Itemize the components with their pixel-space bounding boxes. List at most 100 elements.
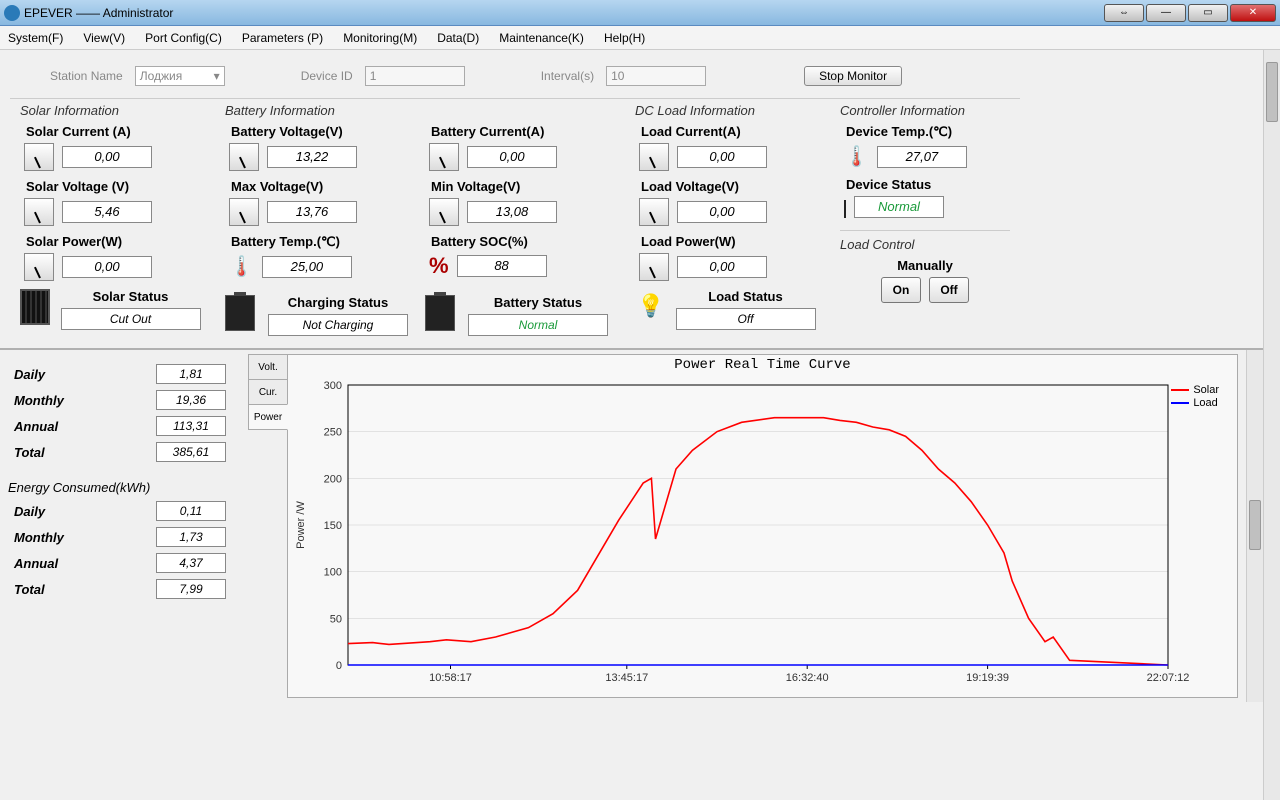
menu-port-config[interactable]: Port Config(C) [145,31,222,45]
gauge-icon [229,143,259,171]
gauge-icon [639,253,669,281]
con-annual-label: Annual [14,556,58,571]
controller-panel: Controller Information Device Temp.(℃)🌡️… [830,98,1020,344]
gauge-icon [229,198,259,226]
battery-temp-value: 25,00 [262,256,352,278]
con-monthly-label: Monthly [14,530,64,545]
device-id-input[interactable] [365,66,465,86]
app-icon [4,5,20,21]
window-expand-button[interactable]: ⇔ [1104,4,1144,22]
con-total-label: Total [14,582,45,597]
load-control-mode: Manually [840,258,1010,273]
svg-text:Power /W: Power /W [295,501,307,549]
battery-voltage-label: Battery Voltage(V) [225,124,415,139]
solar-panel-title: Solar Information [20,103,205,118]
menu-system[interactable]: System(F) [8,31,63,45]
battery-minv-label: Min Voltage(V) [425,179,615,194]
gauge-icon [639,143,669,171]
battery-icon [425,295,455,331]
load-power-value: 0,00 [677,256,767,278]
device-status-label: Device Status [840,177,1030,192]
svg-text:250: 250 [324,427,342,439]
battery-panel-title: Battery Information [225,103,615,118]
battery-status-label: Battery Status [461,295,615,310]
svg-text:0: 0 [336,660,342,672]
load-voltage-value: 0,00 [677,201,767,223]
device-temp-label: Device Temp.(℃) [840,124,1030,140]
gauge-icon [639,198,669,226]
tab-power[interactable]: Power [248,404,288,430]
gen-total-label: Total [14,445,45,460]
gauge-icon [24,253,54,281]
svg-text:200: 200 [324,473,342,485]
solar-voltage-metric: Solar Voltage (V) 5,46 [20,179,210,226]
station-name-select[interactable]: Лоджия ▾ [135,66,225,86]
gauge-icon [24,143,54,171]
battery-panel: Battery Information Battery Voltage(V) 13… [215,98,625,344]
legend-solar-swatch [1171,389,1189,391]
dcload-panel-title: DC Load Information [635,103,820,118]
con-daily-value: 0,11 [156,501,226,521]
load-current-value: 0,00 [677,146,767,168]
solar-current-label: Solar Current (A) [20,124,210,139]
scrollbar-thumb[interactable] [1249,500,1261,550]
svg-text:300: 300 [324,380,342,392]
battery-maxv-label: Max Voltage(V) [225,179,415,194]
thermometer-icon: 🌡️ [229,254,254,279]
load-control-title: Load Control [840,237,1010,252]
menu-parameters[interactable]: Parameters (P) [242,31,323,45]
con-annual-value: 4,37 [156,553,226,573]
battery-status-value: Normal [468,314,608,336]
controller-panel-title: Controller Information [840,103,1010,118]
chart-title: Power Real Time Curve [288,357,1237,373]
menu-help[interactable]: Help(H) [604,31,645,45]
load-off-button[interactable]: Off [929,277,969,303]
gauge-icon [24,198,54,226]
battery-soc-label: Battery SOC(%) [425,234,615,249]
load-current-label: Load Current(A) [635,124,825,139]
battery-temp-label: Battery Temp.(℃) [225,234,415,250]
window-maximize-button[interactable]: ▭ [1188,4,1228,22]
lower-scrollbar[interactable] [1246,350,1263,702]
battery-minv-value: 13,08 [467,201,557,223]
load-power-label: Load Power(W) [635,234,825,249]
chart-legend: Solar Load [1171,383,1219,410]
load-on-button[interactable]: On [881,277,921,303]
solar-power-label: Solar Power(W) [20,234,210,249]
battery-icon [225,295,255,331]
chart-tabs: Volt. Cur. Power [248,354,288,698]
load-status-label: Load Status [671,289,820,304]
gauge-icon [429,198,459,226]
gen-monthly-value: 19,36 [156,390,226,410]
interval-label: Interval(s) [541,69,594,83]
solar-current-metric: Solar Current (A) 0,00 [20,124,210,171]
solar-status-value: Cut Out [61,308,201,330]
chart-box: Power Real Time Curve 050100150200250300… [287,354,1238,698]
window-titlebar: EPEVER —— Administrator ⇔ — ▭ ✕ [0,0,1280,26]
battery-maxv-value: 13,76 [267,201,357,223]
window-minimize-button[interactable]: — [1146,4,1186,22]
scrollbar-thumb[interactable] [1266,62,1278,122]
con-daily-label: Daily [14,504,45,519]
solar-panel: Solar Information Solar Current (A) 0,00… [10,98,215,344]
station-name-label: Station Name [50,69,123,83]
window-title: EPEVER —— Administrator [24,6,173,20]
menu-data[interactable]: Data(D) [437,31,479,45]
menu-monitoring[interactable]: Monitoring(M) [343,31,417,45]
svg-text:22:07:12: 22:07:12 [1147,672,1190,684]
tab-volt[interactable]: Volt. [248,354,288,380]
window-close-button[interactable]: ✕ [1230,4,1276,22]
gen-monthly-label: Monthly [14,393,64,408]
main-scrollbar[interactable] [1263,50,1280,800]
menu-view[interactable]: View(V) [83,31,125,45]
tab-cur[interactable]: Cur. [248,379,288,405]
battery-current-label: Battery Current(A) [425,124,615,139]
svg-text:16:32:40: 16:32:40 [786,672,829,684]
load-status-value: Off [676,308,816,330]
interval-input[interactable] [606,66,706,86]
menu-maintenance[interactable]: Maintenance(K) [499,31,584,45]
stop-monitor-button[interactable]: Stop Monitor [804,66,902,86]
solar-current-value: 0,00 [62,146,152,168]
power-chart: 05010015020025030010:58:1713:45:1716:32:… [288,375,1228,695]
energy-sidebar: Daily1,81 Monthly19,36 Annual113,31 Tota… [0,350,240,702]
